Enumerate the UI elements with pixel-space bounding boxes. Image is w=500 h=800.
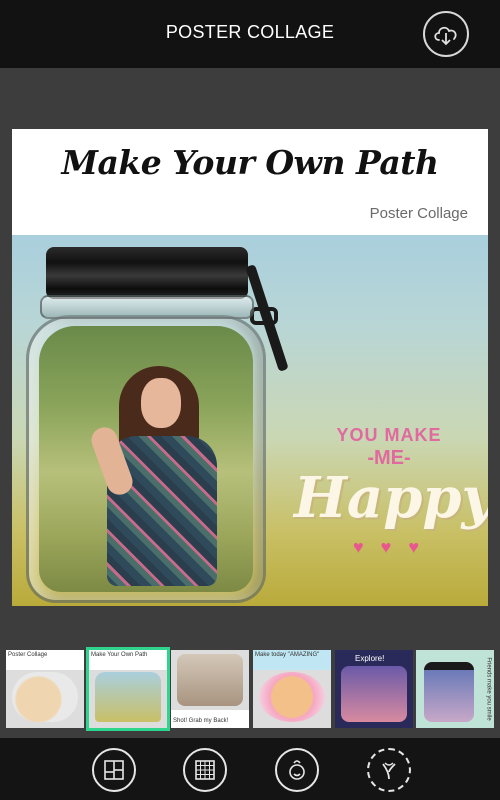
thumb-image (424, 662, 474, 722)
frame-style-button[interactable] (367, 748, 411, 792)
template-thumb-3[interactable]: Shot! Grab my Back! (171, 650, 249, 728)
cloud-download-icon (434, 26, 457, 46)
jar-clasp-ring (250, 307, 278, 325)
jar-lid (46, 247, 248, 299)
jar-frame (26, 315, 266, 603)
thumb-image (12, 672, 78, 722)
thumb-label: Make today "AMAZING" (255, 652, 320, 658)
template-strip: Poster Collage Make Your Own Path Shot! … (0, 640, 500, 738)
template-thumb-4[interactable]: Make today "AMAZING" (253, 650, 331, 728)
template-thumb-5[interactable]: Explore! (335, 650, 413, 728)
photo-face (141, 378, 181, 428)
sticker-hearts: ♥ ♥ ♥ (352, 537, 426, 557)
download-button[interactable] (423, 11, 469, 57)
thumb-label: Poster Collage (8, 652, 48, 658)
thumb-label: Make Your Own Path (91, 652, 148, 658)
pattern-button[interactable] (183, 748, 227, 792)
thumb-image (95, 672, 161, 722)
thumb-image (177, 654, 243, 706)
pattern-grid-icon (195, 760, 215, 780)
thumb-label: Friends make you smile (485, 657, 492, 721)
poster-header: Make Your Own Path Poster Collage (12, 129, 488, 235)
thumb-label: Explore! (355, 654, 385, 663)
bottom-toolbar (0, 738, 500, 800)
sticker-button[interactable] (275, 748, 319, 792)
poster-collage-app: POSTER COLLAGE Make Your Own Path Poster… (0, 0, 500, 800)
thumb-image (259, 672, 325, 722)
thumb-image (341, 666, 407, 722)
layout-grid-icon (104, 760, 124, 780)
layout-button[interactable] (92, 748, 136, 792)
poster-canvas[interactable]: Make Your Own Path Poster Collage YOU MA… (12, 129, 488, 606)
jar-rim (40, 295, 254, 319)
frame-style-icon (382, 762, 396, 780)
poster-photo-area[interactable]: YOU MAKE -ME- Happy ♥ ♥ ♥ (12, 235, 488, 606)
sticker-face-icon (289, 760, 305, 780)
poster-subheading[interactable]: Poster Collage (370, 205, 468, 222)
template-thumb-2[interactable]: Make Your Own Path (86, 647, 170, 731)
happy-sticker[interactable]: YOU MAKE -ME- Happy ♥ ♥ ♥ (294, 425, 488, 585)
template-thumb-6[interactable]: Friends make you smile (416, 650, 494, 728)
top-bar: POSTER COLLAGE (0, 0, 500, 68)
sticker-line-1: YOU MAKE (336, 425, 442, 445)
template-thumb-1[interactable]: Poster Collage (6, 650, 84, 728)
jar-photo[interactable] (39, 326, 253, 592)
poster-heading[interactable]: Make Your Own Path (12, 143, 488, 182)
sticker-line-3: Happy (294, 465, 488, 531)
thumb-label: Shot! Grab my Back! (173, 718, 229, 724)
